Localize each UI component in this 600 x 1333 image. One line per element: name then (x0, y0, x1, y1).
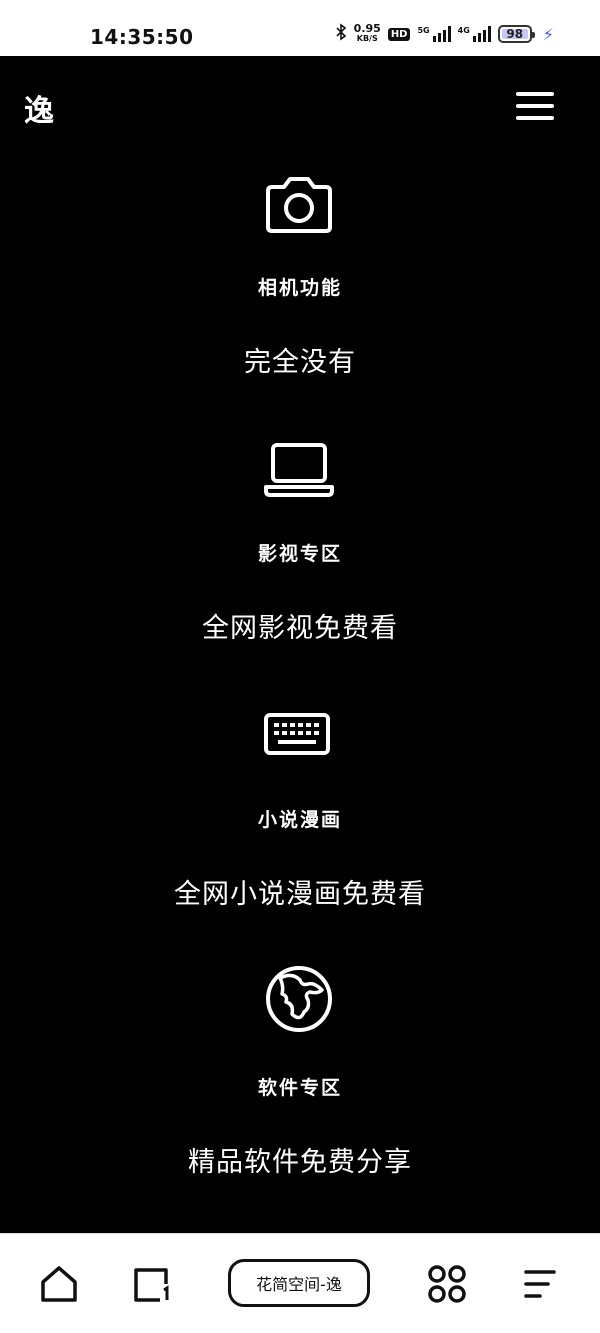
bottom-nav: 花简空间-逸 (0, 1233, 600, 1333)
status-icons: 0.95 KB/S HD 5G 4G 98 ⚡ (335, 23, 554, 45)
site-logo[interactable]: 逸 (24, 86, 54, 130)
feature-description: 全网影视免费看 (202, 613, 398, 644)
charging-icon: ⚡ (542, 24, 554, 44)
status-time: 14:35:50 (90, 25, 194, 49)
feature-description: 精品软件免费分享 (188, 1147, 412, 1178)
bluetooth-icon (335, 23, 347, 45)
battery-level: 98 (506, 27, 524, 41)
network-speed-value: 0.95 (353, 22, 381, 35)
status-bar: 14:35:50 0.95 KB/S HD 5G 4G 98 ⚡ (0, 0, 600, 56)
feature-title: 软件专区 (257, 1077, 342, 1099)
camera-icon (264, 175, 334, 245)
feature-description: 完全没有 (244, 347, 356, 378)
home-icon[interactable] (37, 1262, 81, 1306)
network-speed: 0.95 KB/S (353, 22, 381, 44)
feature-video: 影视专区 全网影视免费看 (0, 436, 600, 656)
tabs-icon[interactable] (130, 1262, 174, 1306)
feature-title: 小说漫画 (257, 809, 342, 831)
signal-5g: 5G (417, 26, 451, 42)
feature-software: 软件专区 精品软件免费分享 (0, 964, 600, 1184)
signal-bars-icon (432, 26, 451, 42)
feature-description: 全网小说漫画免费看 (174, 879, 426, 910)
globe-icon (264, 964, 334, 1034)
more-menu-icon[interactable] (518, 1262, 562, 1306)
battery-icon: 98 (497, 25, 535, 43)
keyboard-icon (264, 712, 334, 782)
feature-camera: 相机功能 完全没有 (0, 170, 600, 390)
laptop-icon (264, 441, 334, 511)
signal-5g-label: 5G (417, 26, 430, 35)
signal-4g-label: 4G (457, 26, 470, 35)
network-speed-unit: KB/S (356, 34, 378, 43)
feature-title: 影视专区 (257, 543, 342, 565)
feature-title: 相机功能 (257, 277, 342, 299)
signal-4g: 4G (458, 26, 491, 42)
app-header: 逸 (0, 56, 600, 156)
hd-badge: HD (387, 27, 411, 41)
menu-button[interactable] (516, 92, 556, 120)
current-page-tab[interactable]: 花简空间-逸 (228, 1259, 370, 1307)
grid-icon[interactable] (425, 1262, 469, 1306)
feature-novels: 小说漫画 全网小说漫画免费看 (0, 702, 600, 922)
signal-bars-icon (472, 26, 491, 42)
